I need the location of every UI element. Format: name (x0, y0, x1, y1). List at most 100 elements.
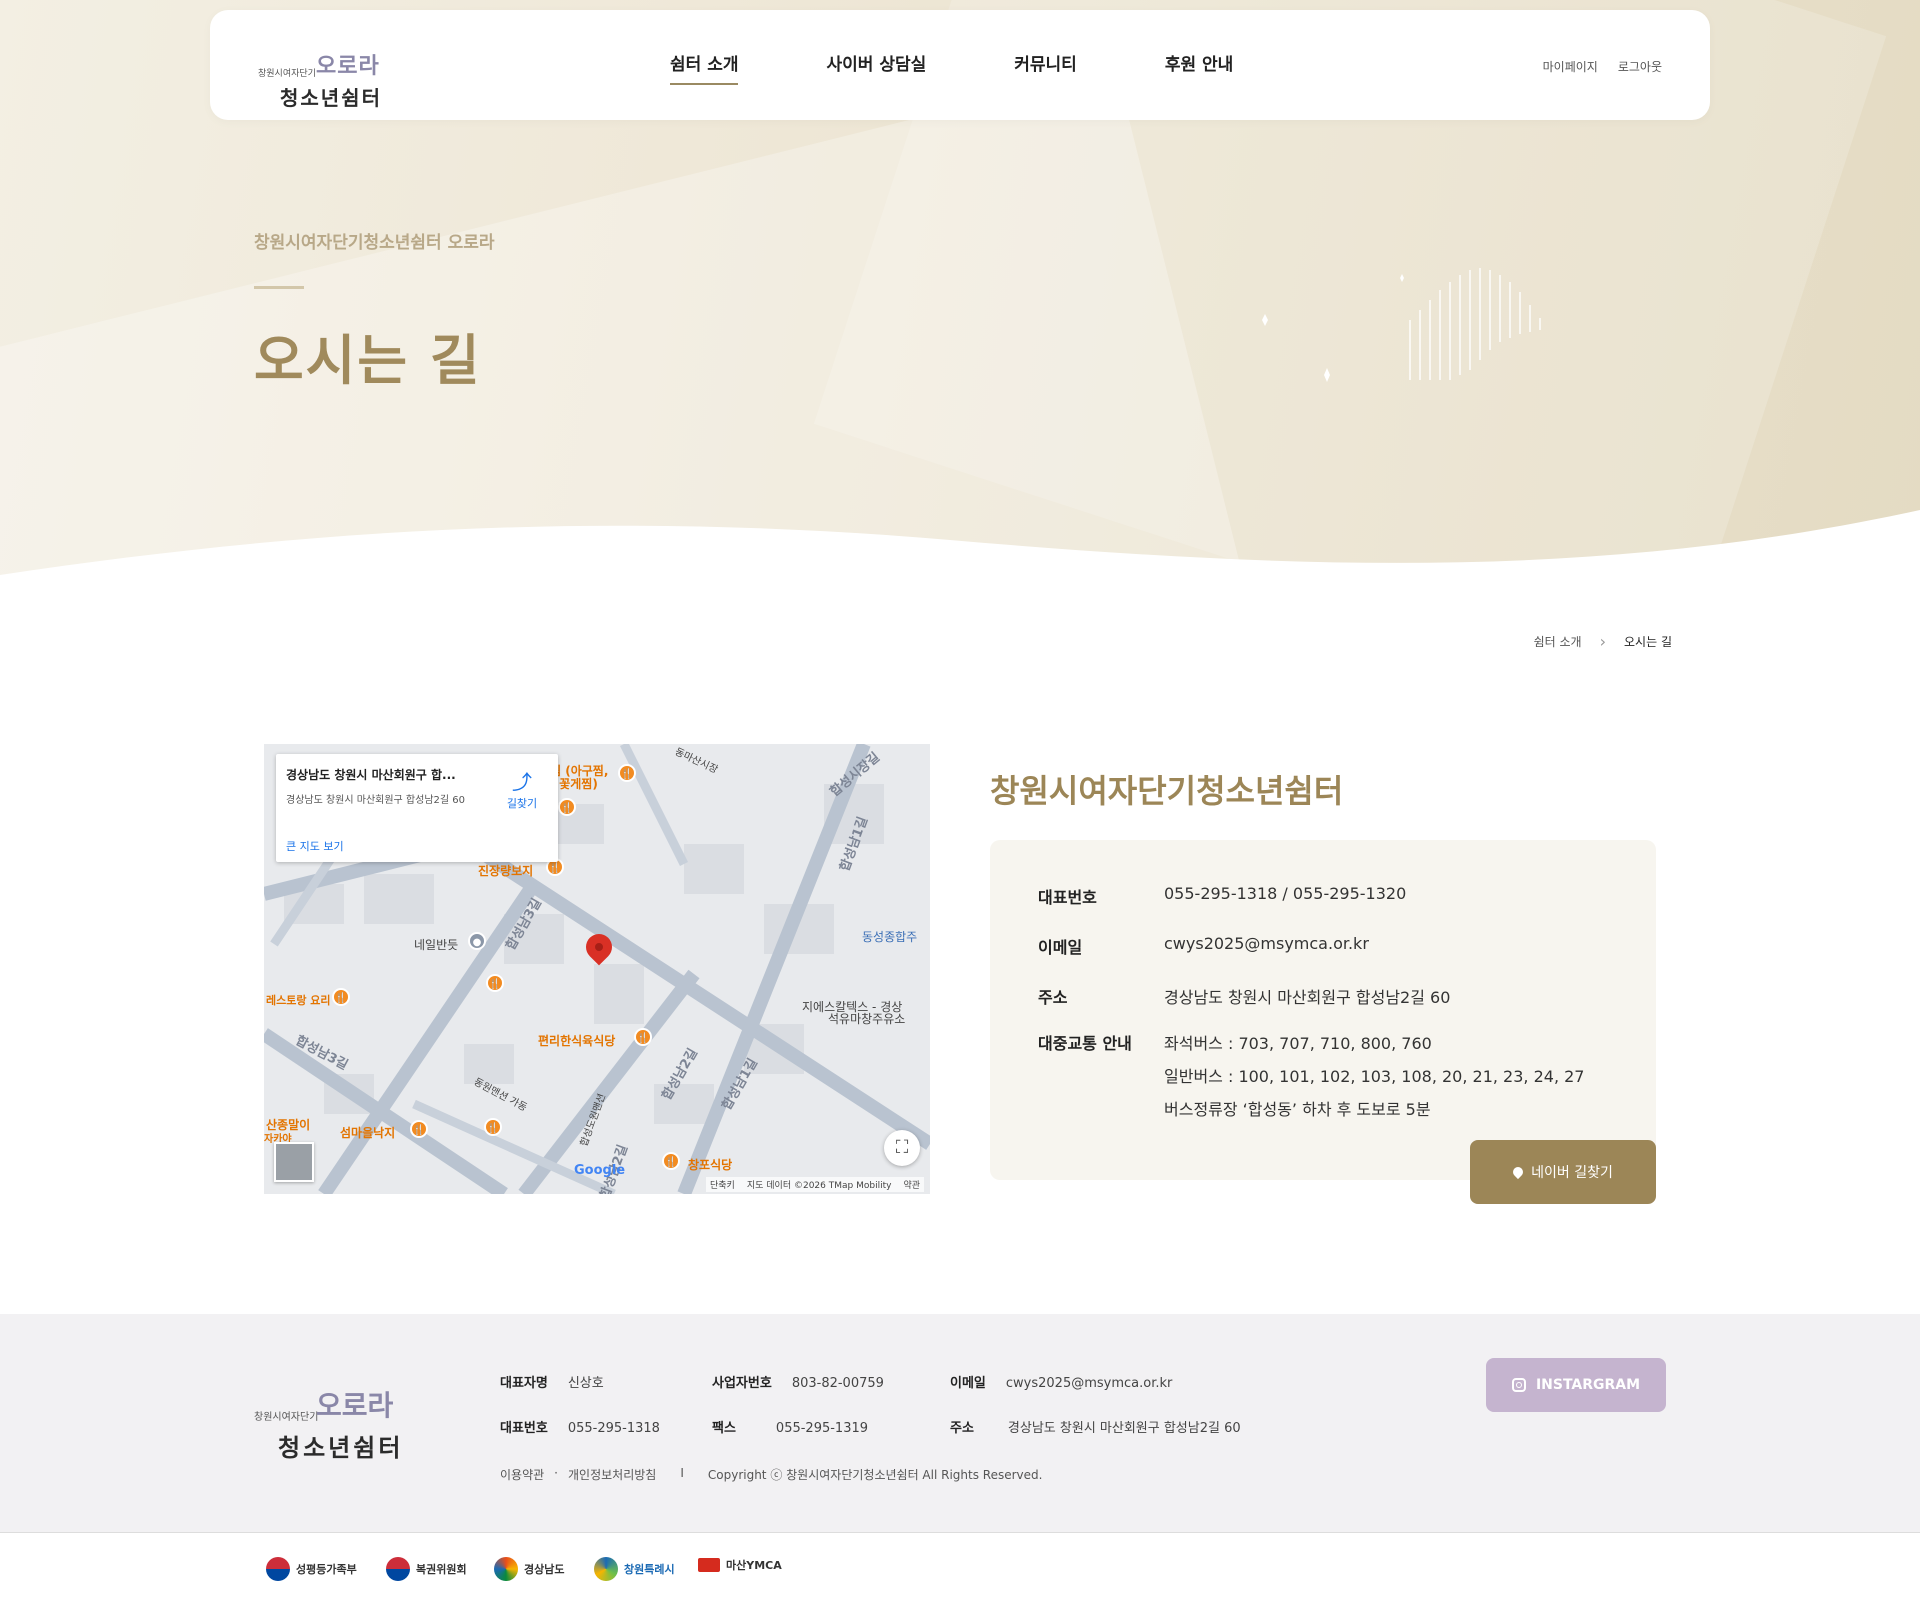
satellite-toggle[interactable] (274, 1142, 314, 1182)
footer-value: 055-295-1319 (775, 1421, 869, 1436)
partner-logo[interactable]: 경상남도 (494, 1557, 564, 1581)
map-label: 석유마창주유소 (828, 1012, 906, 1026)
location-pin-icon (1511, 1164, 1526, 1180)
directions-button[interactable]: ⤴ 길찾기 (504, 766, 540, 811)
instagram-button[interactable]: INSTARGRAM (1486, 1358, 1666, 1412)
footer-key: 대표번호 (500, 1421, 548, 1436)
info-value: 경상남도 창원시 마산회원구 합성남2길 60 (1164, 988, 1451, 1007)
privacy-link[interactable]: 개인정보처리방침 (568, 1466, 656, 1483)
directions-label: 길찾기 (506, 797, 538, 810)
footer-key: 주소 (950, 1421, 974, 1436)
footer-address: 주소 경상남도 창원시 마산회원구 합성남2길 60 (950, 1417, 1241, 1436)
transit-line: 좌석버스 : 703, 707, 710, 800, 760 (1164, 1034, 1432, 1053)
footer-fax: 팩스 055-295-1319 (712, 1417, 868, 1436)
breadcrumb-parent[interactable]: 쉼터 소개 (1534, 633, 1582, 650)
footer-value: 경상남도 창원시 마산회원구 합성남2길 60 (1007, 1421, 1241, 1436)
shelter-name: 창원시여자단기청소년쉼터 (990, 772, 1344, 810)
map-label: 네일반듯 (414, 938, 459, 952)
naver-directions-label: 네이버 길찾기 (1531, 1165, 1613, 1181)
breadcrumb: 쉼터 소개 › 오시는 길 (1534, 632, 1672, 651)
directions-icon: ⤴ (512, 770, 532, 794)
gyeongnam-icon (494, 1557, 518, 1581)
map-terms-link[interactable]: 약관 (903, 1178, 920, 1191)
chevron-right-icon: › (1599, 632, 1607, 651)
place-icon: ● (468, 932, 486, 950)
footer-ceo: 대표자명 신상호 (500, 1372, 604, 1391)
big-map-link[interactable]: 큰 지도 보기 (286, 838, 344, 854)
footer-key: 팩스 (712, 1421, 736, 1436)
map-shortcuts-link[interactable]: 단축키 (710, 1178, 735, 1191)
map-fullscreen-icon[interactable]: ⛶ (884, 1130, 920, 1166)
partner-name: 성평등가족부 (296, 1563, 357, 1576)
footer-separator: I (680, 1466, 684, 1480)
breadcrumb-current: 오시는 길 (1624, 635, 1672, 649)
changwon-icon (594, 1557, 618, 1581)
site-logo[interactable]: 창원시여자단기 오로라 청소년쉼터 (258, 30, 398, 110)
map-label: 진장량보지 (478, 864, 534, 878)
nav-cyber-counsel[interactable]: 사이버 상담실 (826, 50, 926, 85)
footer-key: 대표자명 (500, 1376, 548, 1391)
footer-value: 055-295-1318 (567, 1421, 660, 1436)
info-value: 좌석버스 : 703, 707, 710, 800, 760 일반버스 : 10… (1164, 1030, 1584, 1129)
info-row-email: 이메일 cwys2025@msymca.or.kr (1038, 934, 1369, 958)
taegeuk-icon (266, 1557, 290, 1581)
nav-community[interactable]: 커뮤니티 (1014, 50, 1077, 85)
partner-logo[interactable]: 복권위원회 (386, 1557, 467, 1581)
logo-brand-text: 오로라 (316, 54, 380, 79)
contact-info-box: 대표번호 055-295-1318 / 055-295-1320 이메일 cwy… (990, 840, 1656, 1180)
map-info-card: 경상남도 창원시 마산회원구 합... 경상남도 창원시 마산회원구 합성남2길… (276, 754, 558, 862)
util-links: 마이페이지 로그아웃 (1543, 58, 1662, 75)
naver-directions-button[interactable]: 네이버 길찾기 (1470, 1140, 1656, 1204)
info-row-phone: 대표번호 055-295-1318 / 055-295-1320 (1038, 884, 1406, 908)
logo-small-text: 창원시여자단기 (254, 1412, 319, 1423)
map-label: 창포식당 (688, 1158, 733, 1172)
restaurant-icon: 🍴 (634, 1028, 652, 1046)
logo-brand-text: 오로라 (316, 1389, 394, 1422)
map-data-credit: 지도 데이터 ©2026 TMap Mobility (746, 1181, 892, 1191)
footer-key: 이메일 (950, 1376, 986, 1391)
taegeuk-icon (386, 1557, 410, 1581)
hero-wave (0, 510, 1920, 590)
partner-name: 마산YMCA (726, 1559, 782, 1572)
partner-logo[interactable]: 성평등가족부 (266, 1557, 357, 1581)
ymca-icon (698, 1558, 720, 1572)
partner-name: 복권위원회 (416, 1563, 467, 1576)
info-key: 대표번호 (1038, 888, 1097, 907)
logo-main-text: 청소년쉼터 (278, 1434, 404, 1462)
restaurant-icon: 🍴 (618, 764, 636, 782)
embedded-map[interactable]: 찜 (아구찜, 찜 꽃게찜) 🍴 🍴 동마산시장 합성시장길 진장량보지 🍴 합… (264, 744, 930, 1194)
transit-line: 버스정류장 ‘합성동’ 하차 후 도보로 5분 (1164, 1100, 1431, 1119)
copyright-text: Copyright ⓒ 창원시여자단기청소년쉼터 All Rights Rese… (707, 1468, 1043, 1482)
nav-support[interactable]: 후원 안내 (1165, 50, 1233, 85)
partner-name: 경상남도 (524, 1563, 565, 1576)
main-nav: 쉼터 소개 사이버 상담실 커뮤니티 후원 안내 (670, 50, 1321, 85)
terms-link[interactable]: 이용약관 (500, 1466, 544, 1483)
info-value: cwys2025@msymca.or.kr (1164, 934, 1369, 953)
hero-subtitle: 창원시여자단기청소년쉼터 오로라 (254, 233, 495, 253)
footer-dot: · (554, 1466, 558, 1480)
restaurant-icon: 🍴 (486, 974, 504, 992)
mypage-link[interactable]: 마이페이지 (1543, 58, 1598, 75)
restaurant-icon: 🍴 (332, 988, 350, 1006)
map-label: 편리한식육식당 (538, 1034, 616, 1048)
logout-link[interactable]: 로그아웃 (1618, 58, 1662, 75)
site-header: 창원시여자단기 오로라 청소년쉼터 쉼터 소개 사이버 상담실 커뮤니티 후원 … (210, 10, 1710, 120)
footer-key: 사업자번호 (712, 1376, 772, 1391)
hero-divider (254, 286, 304, 289)
info-row-transit: 대중교통 안내 좌석버스 : 703, 707, 710, 800, 760 일… (1038, 1030, 1584, 1129)
restaurant-icon: 🍴 (558, 798, 576, 816)
map-card-title: 경상남도 창원시 마산회원구 합... (286, 768, 456, 782)
map-label: 레스토랑 요리 (266, 994, 331, 1007)
footer-logo: 창원시여자단기 오로라 청소년쉼터 (254, 1364, 424, 1464)
partner-logo[interactable]: 마산YMCA (698, 1557, 782, 1573)
map-attribution: 단축키 지도 데이터 ©2026 TMap Mobility 약관 (706, 1177, 924, 1192)
footer-tel: 대표번호 055-295-1318 (500, 1417, 660, 1436)
footer-links: 이용약관 · 개인정보처리방침 I Copyright ⓒ 창원시여자단기청소년… (500, 1466, 1042, 1483)
instagram-icon (1511, 1378, 1526, 1392)
logo-small-text: 창원시여자단기 (258, 69, 316, 79)
page-title: 오시는 길 (254, 329, 482, 392)
info-key: 이메일 (1038, 938, 1083, 957)
nav-shelter-intro[interactable]: 쉼터 소개 (670, 50, 739, 85)
instagram-label: INSTARGRAM (1535, 1377, 1641, 1393)
partner-logo[interactable]: 창원특례시 (594, 1557, 675, 1581)
